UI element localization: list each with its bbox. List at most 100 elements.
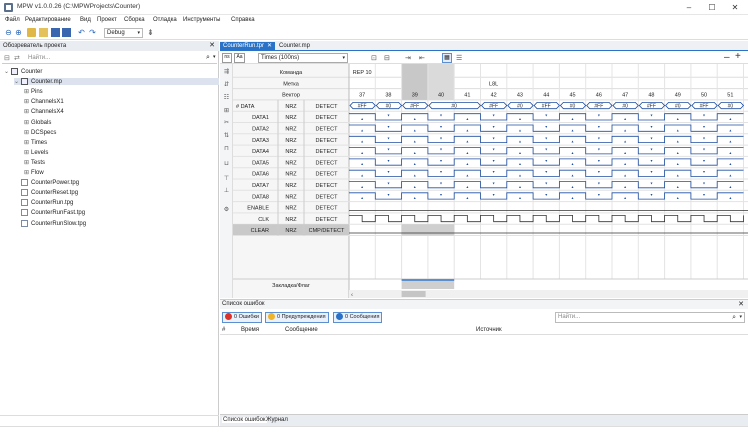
explorer-search-input[interactable]: Найти...	[28, 55, 188, 63]
expand-icon[interactable]: ⊞	[24, 149, 31, 156]
ns-units-icon[interactable]: ns	[222, 53, 232, 63]
errors-filter-button[interactable]: 0 Ошибки	[222, 312, 262, 323]
settings-icon[interactable]: ⚙	[222, 206, 231, 214]
chevron-down-icon[interactable]: ⌄	[14, 78, 21, 85]
list-view-icon[interactable]: ☰	[456, 54, 462, 62]
messages-filter-button[interactable]: 0 Сообщения	[333, 312, 383, 323]
forward-icon[interactable]: ⊕	[14, 28, 23, 37]
edge-icon[interactable]: ⊓	[222, 145, 231, 153]
menu-build[interactable]: Сборка	[124, 17, 145, 23]
format-icon[interactable]: ☷	[222, 94, 231, 102]
tab-counterrun[interactable]: CounterRun.tpr ✕	[220, 42, 275, 51]
close-button[interactable]: ✕	[726, 2, 744, 13]
expand-icon[interactable]: ⊞	[24, 98, 31, 105]
tree-item[interactable]: ⊞ DCSpecs	[24, 129, 56, 136]
tree-item[interactable]: ⊞ ChannelsX1	[24, 98, 64, 105]
grid-icon[interactable]: ⊞	[222, 107, 231, 115]
tree-item[interactable]: ⊞ Flow	[24, 169, 44, 176]
time-scale-select[interactable]: Times (100ns) ▾	[258, 53, 348, 63]
menu-project[interactable]: Проект	[97, 17, 117, 23]
close-icon[interactable]: ✕	[738, 300, 744, 309]
grid-view-icon[interactable]: ▦	[442, 53, 452, 63]
clear-highlight[interactable]	[401, 224, 455, 236]
save-all-icon[interactable]	[62, 28, 71, 37]
filter-icon[interactable]: ⊟	[4, 54, 10, 62]
expand-icon[interactable]: ⊞	[24, 129, 31, 136]
tree-item[interactable]: CounterRunSlow.tpg	[14, 219, 86, 227]
minimize-button[interactable]: –	[680, 2, 698, 13]
col-time[interactable]: Время	[241, 327, 259, 333]
tree-item[interactable]: ⌄ Counter	[4, 68, 42, 75]
sync-icon[interactable]: ⇄	[14, 54, 20, 62]
edge-marker: ▴	[519, 173, 521, 178]
tree-item[interactable]: ⊞ Globals	[24, 119, 51, 126]
expand-icon[interactable]: ⊞	[24, 88, 31, 95]
tab-log[interactable]: Журнал	[266, 417, 288, 423]
tree-item[interactable]: ⊞ Levels	[24, 149, 48, 156]
tab-counter-mp[interactable]: Counter.mp	[276, 42, 313, 51]
tree-item[interactable]: ⊞ Pins	[24, 88, 43, 95]
menu-help[interactable]: Справка	[231, 17, 255, 23]
tree-item[interactable]: ⊞ Times	[24, 139, 47, 146]
signal-format: NRZ	[285, 172, 297, 178]
cut-icon[interactable]: ✂	[222, 119, 231, 127]
back-icon[interactable]: ⊖	[4, 28, 13, 37]
close-icon[interactable]: ✕	[267, 42, 272, 51]
goto-end-icon[interactable]: ⇤	[419, 54, 425, 62]
expand-icon[interactable]: +	[735, 51, 741, 62]
new-file-icon[interactable]	[27, 28, 36, 37]
menu-edit[interactable]: Редактирование	[25, 17, 71, 23]
zoom-out-icon[interactable]: ⊟	[384, 54, 390, 62]
expand-icon[interactable]: ⊞	[24, 119, 31, 126]
error-search-input[interactable]: Найти... ⌕ ▾	[555, 312, 745, 323]
tree-item[interactable]: CounterRunFast.tpg	[14, 209, 85, 216]
expand-icon[interactable]: ⊞	[24, 139, 31, 146]
col-number[interactable]: #	[222, 327, 225, 333]
collapse-icon[interactable]: –	[724, 52, 730, 63]
bookmark-flag[interactable]	[401, 279, 455, 281]
chevron-down-icon[interactable]: ⌄	[4, 68, 11, 75]
tree-item-label: Times	[31, 139, 48, 146]
edge-marker: ▴	[519, 139, 521, 144]
open-folder-icon[interactable]	[39, 28, 48, 37]
menu-file[interactable]: Файл	[5, 17, 20, 23]
close-icon[interactable]: ✕	[209, 41, 215, 51]
col-source[interactable]: Источник	[476, 327, 502, 333]
align-icon[interactable]: ⇶	[222, 68, 231, 76]
tree-item[interactable]: CounterPower.tpg	[14, 179, 79, 186]
toggle-icon[interactable]: ⇅	[222, 132, 231, 140]
edge-marker: ▾	[650, 113, 652, 118]
menu-tools[interactable]: Инструменты	[183, 17, 220, 23]
undo-icon[interactable]: ↶	[77, 28, 86, 37]
distribute-icon[interactable]: ⇵	[222, 81, 231, 89]
build-config-select[interactable]: Debug ▾	[104, 28, 143, 38]
low-icon[interactable]: ⊥	[222, 187, 231, 195]
pulse-icon[interactable]: ⊔	[222, 160, 231, 168]
zoom-in-icon[interactable]: ⊡	[371, 54, 377, 62]
tab-error-list[interactable]: Список ошибок	[222, 417, 267, 423]
menu-debug[interactable]: Отладка	[153, 17, 177, 23]
tree-item[interactable]: ⊞ Tests	[24, 159, 45, 166]
save-icon[interactable]	[51, 28, 60, 37]
tree-item[interactable]: CounterReset.tpg	[14, 189, 78, 196]
chevron-down-icon[interactable]: ▾	[739, 313, 742, 322]
maximize-button[interactable]: ☐	[703, 2, 721, 13]
high-icon[interactable]: ⊤	[222, 175, 231, 183]
col-message[interactable]: Сообщение	[285, 327, 318, 333]
menu-view[interactable]: Вид	[80, 17, 91, 23]
chevron-down-icon[interactable]: ▾	[213, 54, 216, 60]
redo-icon[interactable]: ↷	[88, 28, 97, 37]
scrollbar-thumb[interactable]	[401, 291, 426, 297]
build-icon[interactable]: ⇟	[146, 28, 155, 37]
view-mode-icon[interactable]: Aa	[234, 53, 245, 63]
warnings-filter-button[interactable]: 0 Предупреждения	[265, 312, 329, 323]
expand-icon[interactable]: ⊞	[24, 169, 31, 176]
tree-item[interactable]: CounterRun.tpg	[14, 199, 73, 206]
tree-item[interactable]: ⌄ Counter.mp	[14, 78, 219, 86]
expand-icon[interactable]: ⊞	[24, 159, 31, 166]
tree-item[interactable]: ⊞ ChannelsX4	[24, 108, 64, 115]
goto-start-icon[interactable]: ⇥	[405, 54, 411, 62]
waveform-canvas[interactable]: Команда REP 10 Метка L8L Вектор 37 38 39 40 41 42 4…	[233, 64, 748, 298]
scroll-left-icon[interactable]: ‹	[351, 293, 353, 299]
expand-icon[interactable]: ⊞	[24, 108, 31, 115]
